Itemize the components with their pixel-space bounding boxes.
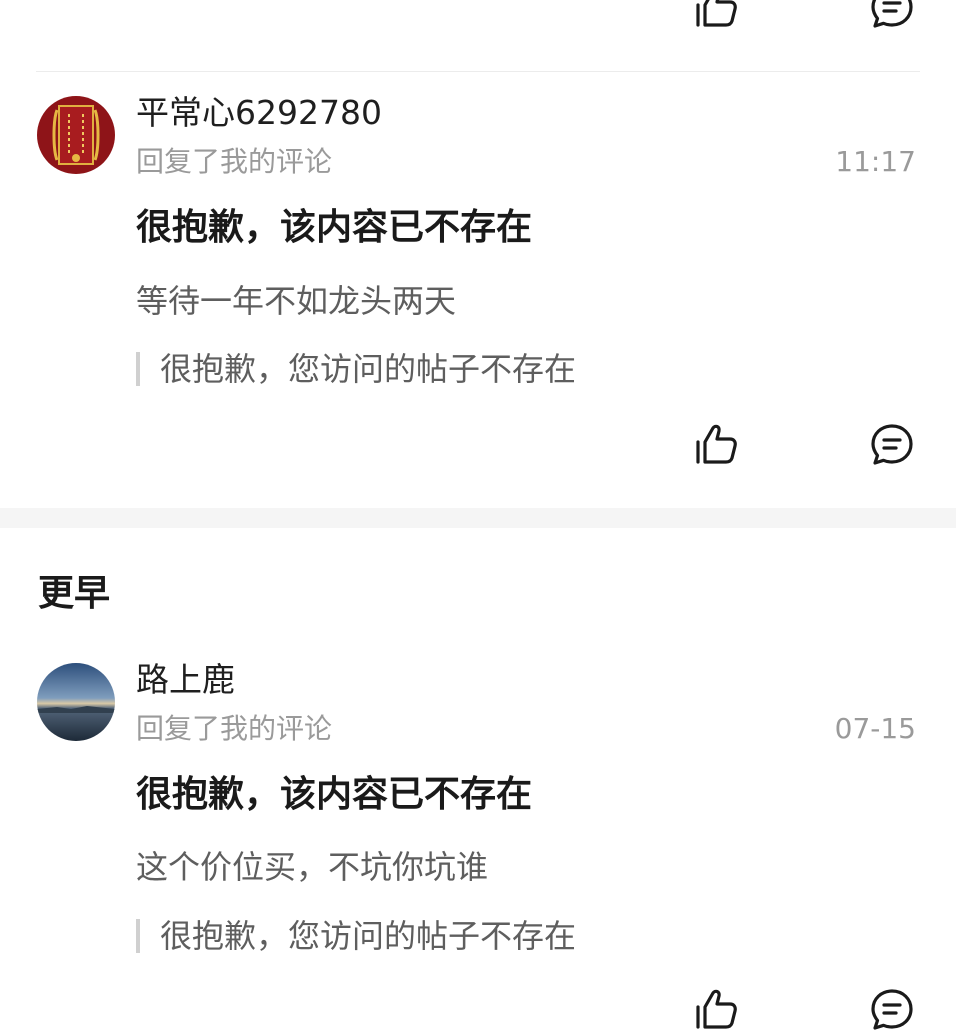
comment-icon: [871, 424, 913, 465]
divider: [36, 71, 920, 72]
quoted-comment[interactable]: 很抱歉，您访问的帖子不存在: [136, 349, 576, 389]
action-text: 回复了我的评论: [136, 712, 333, 745]
thumbs-up-icon: [696, 0, 737, 27]
comment-button[interactable]: [866, 984, 918, 1036]
thumbs-up-icon: [696, 424, 737, 464]
quoted-comment[interactable]: 很抱歉，您访问的帖子不存在: [136, 916, 576, 956]
quote-text: 很抱歉，您访问的帖子不存在: [160, 350, 577, 388]
avatar[interactable]: [37, 663, 115, 741]
thumbs-up-icon: [696, 989, 737, 1029]
username[interactable]: 平常心6292780: [136, 93, 382, 133]
timestamp: 11:17: [835, 145, 916, 178]
comment-button[interactable]: [866, 419, 918, 471]
section-separator: [0, 508, 956, 528]
like-button[interactable]: [690, 0, 742, 34]
quote-bar: [136, 919, 140, 953]
like-button[interactable]: [690, 984, 742, 1036]
quote-bar: [136, 352, 140, 386]
post-title[interactable]: 很抱歉，该内容已不存在: [136, 773, 532, 817]
comment-button[interactable]: [866, 0, 918, 34]
avatar[interactable]: [37, 96, 115, 174]
comment-icon: [871, 989, 913, 1030]
post-title[interactable]: 很抱歉，该内容已不存在: [136, 206, 532, 250]
comment-icon: [871, 0, 913, 28]
reply-text[interactable]: 这个价位买，不坑你坑谁: [136, 847, 488, 887]
section-heading-earlier: 更早: [38, 573, 111, 614]
action-text: 回复了我的评论: [136, 145, 333, 178]
like-button[interactable]: [690, 419, 742, 471]
reply-text[interactable]: 等待一年不如龙头两天: [136, 281, 456, 321]
quote-text: 很抱歉，您访问的帖子不存在: [160, 917, 577, 955]
timestamp: 07-15: [834, 712, 916, 745]
username[interactable]: 路上鹿: [136, 660, 235, 700]
